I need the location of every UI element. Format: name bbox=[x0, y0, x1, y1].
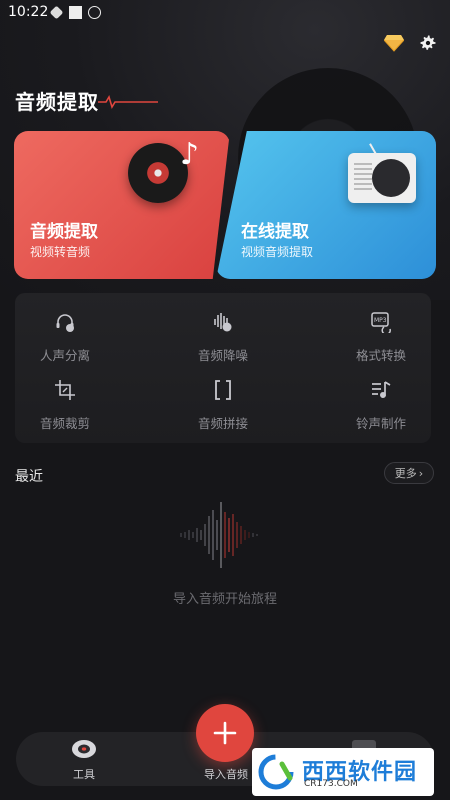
tab-tools[interactable]: 工具 bbox=[44, 738, 124, 782]
tool-label: 格式转换 bbox=[355, 348, 406, 363]
tool-join[interactable]: 音频拼接 bbox=[173, 379, 273, 439]
notification-icon bbox=[88, 6, 101, 19]
tool-noise-reduction[interactable]: 音频降噪 bbox=[173, 311, 273, 371]
tools-panel: 人声分离 音频降噪 MP3 格式转换 音频裁剪 音频拼接 铃声制作 bbox=[15, 293, 431, 443]
watermark: 西西软件园 CR173.COM bbox=[252, 748, 434, 796]
top-actions bbox=[384, 33, 438, 53]
tool-ringtone[interactable]: 铃声制作 bbox=[331, 379, 431, 439]
format-convert-icon: MP3 bbox=[371, 312, 391, 336]
empty-waveform-icon bbox=[180, 502, 258, 568]
vocal-separation-icon bbox=[56, 314, 74, 332]
page-title: 音频提取 bbox=[15, 90, 99, 114]
more-button[interactable]: 更多 › bbox=[384, 462, 434, 484]
settings-gear-icon[interactable] bbox=[418, 33, 438, 53]
empty-state-text: 导入音频开始旅程 bbox=[172, 592, 277, 607]
tool-label: 人声分离 bbox=[39, 348, 90, 363]
tab-tools-label: 工具 bbox=[73, 768, 95, 781]
svg-text:MP3: MP3 bbox=[374, 317, 387, 324]
tool-vocal-separation[interactable]: 人声分离 bbox=[15, 311, 115, 371]
join-icon bbox=[215, 380, 231, 400]
tool-label: 音频裁剪 bbox=[39, 416, 90, 431]
watermark-url: CR173.COM bbox=[304, 779, 358, 789]
tool-crop[interactable]: 音频裁剪 bbox=[15, 379, 115, 439]
online-extract-card[interactable]: 在线提取 视频音频提取 bbox=[216, 131, 436, 279]
disc-icon bbox=[72, 740, 96, 758]
card-title: 音频提取 bbox=[30, 222, 98, 242]
tool-label: 铃声制作 bbox=[355, 416, 406, 431]
tool-format-convert[interactable]: MP3 格式转换 bbox=[331, 311, 431, 371]
music-note-icon: ♪ bbox=[180, 137, 200, 172]
more-label: 更多 bbox=[394, 467, 417, 480]
status-time: 10:22 bbox=[8, 4, 49, 20]
tool-label: 音频降噪 bbox=[197, 348, 248, 363]
card-subtitle: 视频音频提取 bbox=[241, 245, 314, 259]
noise-reduction-icon bbox=[214, 313, 232, 332]
title-wave-icon bbox=[98, 95, 158, 109]
audio-extract-card[interactable]: ♪ 音频提取 视频转音频 bbox=[14, 131, 230, 279]
status-bar: 10:22 bbox=[0, 0, 450, 26]
notification-icon bbox=[69, 6, 82, 19]
watermark-logo-icon bbox=[258, 754, 294, 790]
notification-icon bbox=[49, 5, 64, 20]
card-subtitle: 视频转音频 bbox=[30, 245, 91, 259]
card-title: 在线提取 bbox=[241, 222, 309, 242]
import-audio-button[interactable] bbox=[196, 704, 254, 762]
tool-label: 音频拼接 bbox=[197, 416, 248, 431]
vip-diamond-icon[interactable] bbox=[384, 34, 404, 52]
crop-icon bbox=[55, 380, 75, 400]
radio-icon bbox=[348, 143, 416, 203]
plus-icon bbox=[213, 721, 237, 745]
ringtone-icon bbox=[372, 381, 391, 398]
recent-section-title: 最近 bbox=[15, 469, 43, 485]
chevron-right-icon: › bbox=[418, 466, 424, 480]
vinyl-record-icon bbox=[128, 143, 188, 203]
